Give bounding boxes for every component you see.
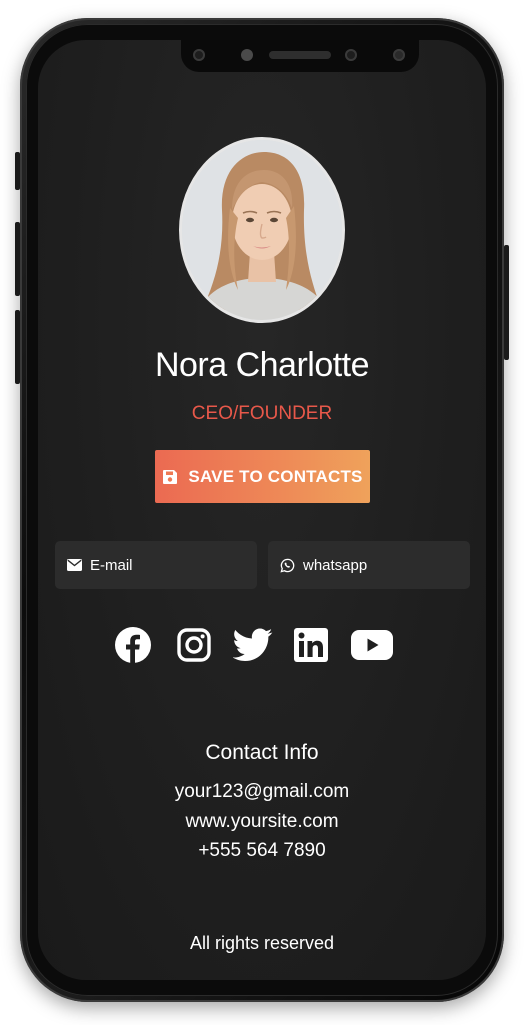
phone-notch [181, 40, 419, 72]
twitter-icon [233, 628, 273, 661]
save-icon [162, 469, 178, 485]
whatsapp-button-label: whatsapp [303, 556, 368, 574]
contact-info-title: Contact Info [205, 741, 319, 764]
contact-phone[interactable]: +555 564 7890 [38, 840, 486, 862]
save-to-contacts-label: SAVE TO CONTACTS [188, 466, 363, 486]
proximity-sensor-icon [241, 49, 253, 61]
volume-up-button [15, 222, 20, 296]
mute-switch [15, 152, 20, 190]
front-camera-icon [193, 49, 205, 61]
footer-text: All rights reserved [189, 933, 335, 953]
avatar-portrait [182, 140, 342, 320]
power-button [504, 245, 509, 360]
profile-role: CEO/FOUNDER [191, 403, 333, 424]
whatsapp-icon [280, 558, 295, 573]
youtube-icon [351, 630, 393, 660]
facebook-icon [115, 627, 151, 663]
phone-screen: Nora Charlotte CEO/FOUNDER SAVE TO CONTA… [38, 40, 486, 980]
earpiece-speaker [269, 51, 331, 59]
contact-website[interactable]: www.yoursite.com [38, 811, 486, 833]
linkedin-icon [294, 628, 328, 662]
volume-down-button [15, 310, 20, 384]
save-to-contacts-button[interactable]: SAVE TO CONTACTS [155, 450, 370, 503]
social-links [38, 623, 486, 667]
youtube-link[interactable] [350, 623, 394, 667]
instagram-link[interactable] [175, 623, 213, 667]
profile-avatar [179, 137, 345, 323]
contact-email[interactable]: your123@gmail.com [38, 781, 486, 803]
email-button[interactable]: E-mail [55, 541, 257, 589]
email-button-label: E-mail [90, 556, 133, 574]
ambient-light-sensor-icon [393, 49, 405, 61]
twitter-link[interactable] [232, 623, 274, 667]
linkedin-link[interactable] [292, 623, 330, 667]
envelope-icon [67, 559, 82, 571]
instagram-icon [177, 628, 211, 662]
facebook-link[interactable] [113, 623, 153, 667]
profile-name: Nora Charlotte [154, 346, 370, 384]
whatsapp-button[interactable]: whatsapp [268, 541, 470, 589]
face-sensor-icon [345, 49, 357, 61]
